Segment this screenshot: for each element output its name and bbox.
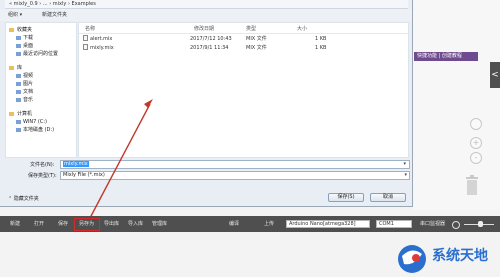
upload-button[interactable]: 上传	[262, 220, 276, 228]
new-button[interactable]: 新建	[8, 220, 22, 228]
settings-icon[interactable]	[452, 221, 460, 229]
board-select[interactable]: Arduino Nano[atmega328]	[286, 220, 370, 228]
annotation-arrow	[89, 99, 153, 219]
serial-monitor-button[interactable]: 串口监视器	[418, 220, 447, 228]
manage-library-button[interactable]: 管理库	[150, 220, 169, 228]
port-select[interactable]: COM1	[376, 220, 412, 228]
export-library-button[interactable]: 导出库	[102, 220, 121, 228]
import-library-button[interactable]: 导入库	[126, 220, 145, 228]
slider-handle[interactable]	[478, 221, 483, 227]
watermark-text: 系统天地	[432, 248, 488, 264]
highlight-box	[74, 218, 100, 231]
compile-button[interactable]: 编译	[227, 220, 241, 228]
open-button[interactable]: 打开	[32, 220, 46, 228]
save-toolbar-button[interactable]: 保存	[56, 220, 70, 228]
